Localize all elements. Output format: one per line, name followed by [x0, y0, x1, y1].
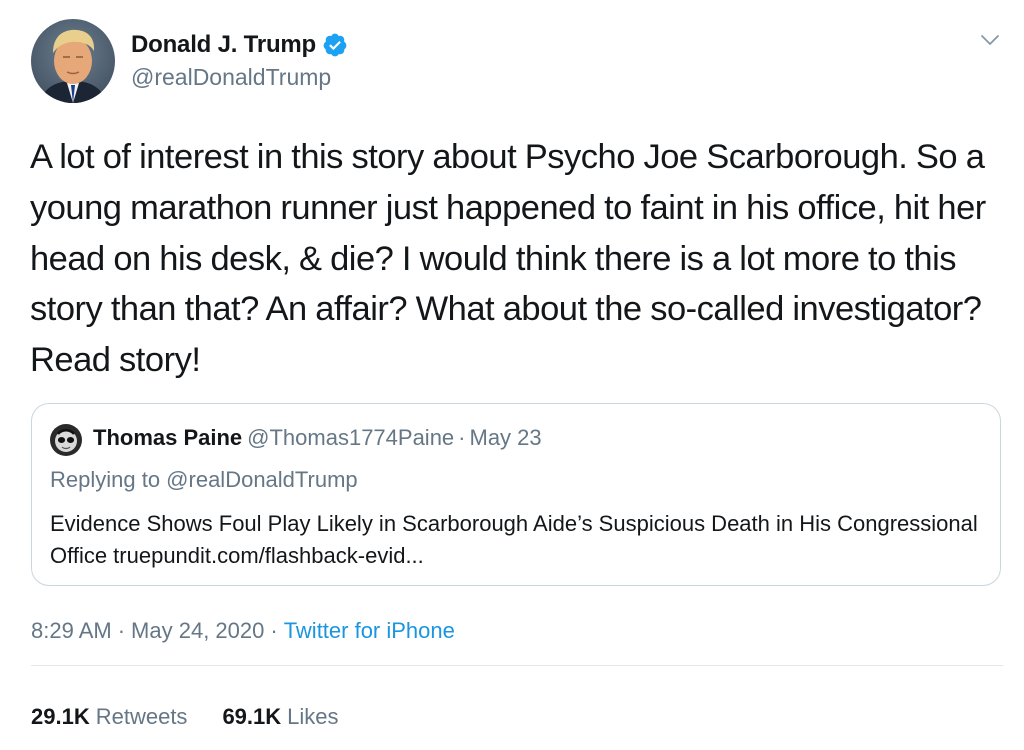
retweets-count: 29.1K: [31, 704, 90, 729]
author-handle[interactable]: @realDonaldTrump: [131, 64, 331, 91]
quoted-tweet-header: Thomas Paine @Thomas1774Paine · May 23: [93, 425, 542, 451]
chevron-down-icon[interactable]: [978, 28, 1002, 52]
likes-label: Likes: [287, 704, 339, 729]
quoted-author-handle: @Thomas1774Paine: [247, 425, 455, 450]
author-name-row[interactable]: Donald J. Trump: [131, 29, 348, 61]
quoted-tweet-date: May 23: [469, 425, 542, 450]
tweet-source-link[interactable]: Twitter for iPhone: [284, 618, 455, 643]
separator-dot: ·: [458, 425, 466, 450]
likes-stat[interactable]: 69.1K Likes: [222, 704, 338, 730]
separator-dot: ·: [270, 618, 278, 643]
author-avatar[interactable]: [31, 19, 115, 103]
quoted-author-name: Thomas Paine: [93, 425, 243, 450]
tweet-stats: 29.1K Retweets 69.1K Likes: [31, 704, 374, 730]
tweet-date[interactable]: May 24, 2020: [131, 618, 264, 643]
profile-photo-icon: [31, 19, 115, 103]
verified-badge-icon: [323, 33, 347, 57]
tweet-time[interactable]: 8:29 AM: [31, 618, 112, 643]
separator-dot: ·: [117, 618, 126, 643]
retweets-stat[interactable]: 29.1K Retweets: [31, 704, 187, 730]
quoted-tweet-card[interactable]: Thomas Paine @Thomas1774Paine · May 23 Repl…: [31, 403, 1001, 586]
quoted-author-avatar: [50, 424, 82, 456]
replying-to-label: Replying to @realDonaldTrump: [50, 467, 358, 492]
retweets-label: Retweets: [95, 704, 188, 729]
divider: [31, 665, 1003, 666]
author-name[interactable]: Donald J. Trump: [131, 31, 316, 59]
quoted-tweet-text: Evidence Shows Foul Play Likely in Scarb…: [50, 511, 978, 568]
tweet-meta: 8:29 AM · May 24, 2020 · Twitter for iPhone: [31, 618, 455, 644]
tweet-text: A lot of interest in this story about Ps…: [30, 138, 986, 380]
masked-figure-avatar-icon: [50, 424, 82, 456]
likes-count: 69.1K: [222, 704, 282, 729]
